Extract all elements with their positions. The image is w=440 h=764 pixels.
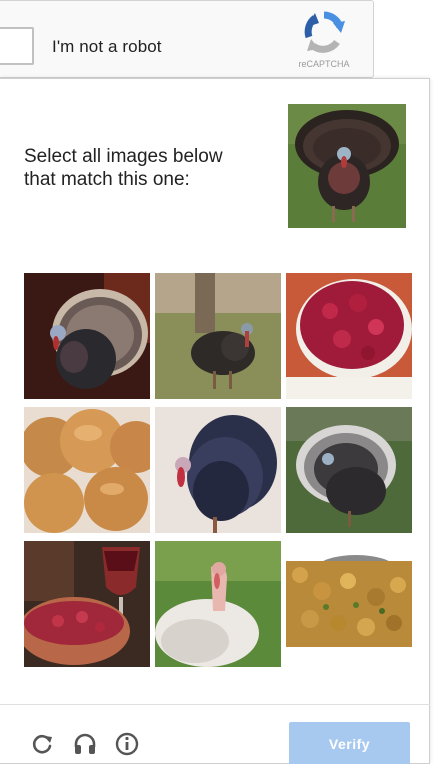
image-tile-6[interactable]: [286, 407, 412, 533]
recaptcha-logo-text: reCAPTCHA: [298, 59, 350, 69]
footer-divider: [0, 704, 430, 705]
not-a-robot-label: I'm not a robot: [52, 37, 162, 56]
reference-turkey-image: [288, 104, 406, 228]
image-grid: [24, 273, 412, 671]
challenge-instructions: Select all images below that match this …: [24, 145, 264, 191]
image-tile-4[interactable]: [24, 407, 150, 533]
tile-image-turkey-strutting: [155, 407, 281, 533]
tile-image-turkey-displaying-grass: [286, 407, 412, 533]
image-tile-2[interactable]: [155, 273, 281, 399]
recaptcha-logo-icon: [304, 11, 345, 53]
tile-image-dinner-rolls: [24, 407, 150, 533]
image-tile-7[interactable]: [24, 541, 150, 667]
verify-button[interactable]: Verify: [289, 722, 410, 764]
image-tile-5[interactable]: [155, 407, 281, 533]
challenge-prompt-line-2: that match this one:: [24, 169, 190, 190]
image-tile-8[interactable]: [155, 541, 281, 667]
info-icon[interactable]: [114, 731, 140, 757]
tile-image-turkey-fanned-tail: [24, 273, 150, 399]
reload-icon[interactable]: [30, 731, 56, 757]
image-challenge-panel: Select all images below that match this …: [0, 78, 430, 764]
recaptcha-root: I'm not a robot reCAPTCHA Select all ima…: [0, 0, 440, 764]
tile-image-cranberry-sauce-bowl: [286, 273, 412, 399]
image-tile-9[interactable]: [286, 541, 412, 667]
tile-image-white-turkey: [155, 541, 281, 667]
image-tile-3[interactable]: [286, 273, 412, 399]
recaptcha-logo: reCAPTCHA: [284, 9, 364, 75]
headphones-icon[interactable]: [72, 731, 98, 757]
recaptcha-checkbox-widget: I'm not a robot reCAPTCHA: [0, 0, 374, 78]
image-tile-1[interactable]: [24, 273, 150, 399]
tile-image-turkey-walking-field: [155, 273, 281, 399]
tile-image-wine-glass-and-cranberries: [24, 541, 150, 667]
not-a-robot-checkbox[interactable]: [0, 27, 34, 65]
challenge-prompt-line-1: Select all images below: [24, 146, 223, 167]
tile-image-stuffing: [286, 541, 412, 667]
